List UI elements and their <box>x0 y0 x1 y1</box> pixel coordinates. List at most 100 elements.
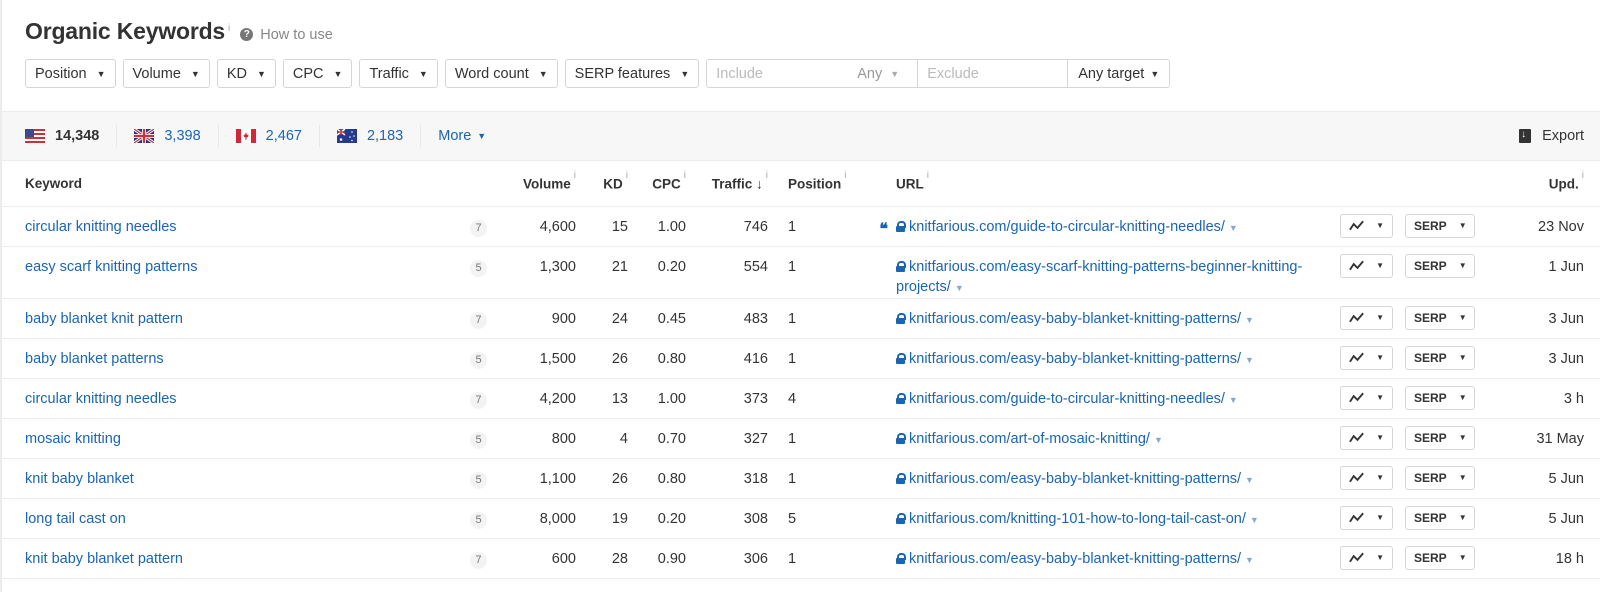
serp-button[interactable]: SERP ▼ <box>1405 505 1475 530</box>
cpc-filter[interactable]: CPC ▼ <box>282 59 353 88</box>
keyword-link[interactable]: circular knitting needles <box>25 219 177 235</box>
word-count-badge: 5 <box>470 431 487 449</box>
keyword-link[interactable]: knit baby blanket <box>25 471 134 487</box>
more-countries-button[interactable]: More ▼ <box>438 128 486 144</box>
word-count-filter[interactable]: Word count ▼ <box>444 59 558 88</box>
word-count-badge: 7 <box>470 551 487 569</box>
keyword-link[interactable]: knit baby blanket pattern <box>25 551 183 567</box>
trend-chart-icon <box>1349 512 1364 523</box>
keyword-link[interactable]: long tail cast on <box>25 511 126 527</box>
serp-button[interactable]: SERP ▼ <box>1405 465 1475 490</box>
exclude-input[interactable]: Exclude <box>917 60 1067 87</box>
chart-button[interactable]: ▼ <box>1340 253 1393 278</box>
url-dropdown-icon[interactable]: ▼ <box>1245 475 1254 485</box>
url-dropdown-icon[interactable]: ▼ <box>1154 435 1163 445</box>
chart-button[interactable]: ▼ <box>1340 345 1393 370</box>
country-ca[interactable]: 2,467 <box>235 125 320 147</box>
target-select[interactable]: Any target ▼ <box>1067 60 1169 87</box>
serp-features-filter[interactable]: SERP features ▼ <box>564 59 700 88</box>
keyword-link[interactable]: easy scarf knitting patterns <box>25 259 197 275</box>
url-link[interactable]: knitfarious.com/easy-baby-blanket-knitti… <box>909 351 1241 367</box>
col-cpc[interactable]: CPCi <box>628 161 686 207</box>
trend-chart-icon <box>1349 312 1364 323</box>
lock-icon <box>896 512 906 524</box>
url-link[interactable]: knitfarious.com/easy-baby-blanket-knitti… <box>909 551 1241 567</box>
keyword-link[interactable]: baby blanket patterns <box>25 351 164 367</box>
export-button[interactable]: Export <box>1519 128 1584 144</box>
keyword-link[interactable]: circular knitting needles <box>25 391 177 407</box>
chart-button[interactable]: ▼ <box>1340 305 1393 330</box>
chart-button[interactable]: ▼ <box>1340 465 1393 490</box>
url-link[interactable]: knitfarious.com/easy-baby-blanket-knitti… <box>909 311 1241 327</box>
col-kd[interactable]: KDi <box>576 161 628 207</box>
info-icon[interactable]: i <box>927 170 929 181</box>
url-link[interactable]: knitfarious.com/knitting-101-how-to-long… <box>909 511 1246 527</box>
url-dropdown-icon[interactable]: ▼ <box>1245 555 1254 565</box>
url-dropdown-icon[interactable]: ▼ <box>1229 223 1238 233</box>
caret-down-icon: ▼ <box>680 68 690 79</box>
serp-button[interactable]: SERP ▼ <box>1405 213 1475 238</box>
volume-cell: 1,100 <box>502 458 576 499</box>
col-position[interactable]: Positioni <box>788 161 848 207</box>
country-us[interactable]: 14,348 <box>25 125 118 147</box>
col-traffic[interactable]: Traffic ↓i <box>686 161 768 207</box>
position-filter[interactable]: Position ▼ <box>25 59 116 88</box>
info-icon[interactable]: i <box>1582 170 1584 181</box>
include-input[interactable]: Include <box>707 60 857 87</box>
serp-button[interactable]: SERP ▼ <box>1405 385 1475 410</box>
url-dropdown-icon[interactable]: ▼ <box>1245 315 1254 325</box>
chart-button[interactable]: ▼ <box>1340 385 1393 410</box>
how-to-use-link[interactable]: ? How to use <box>240 27 333 43</box>
url-dropdown-icon[interactable]: ▼ <box>955 283 964 293</box>
kd-filter[interactable]: KD ▼ <box>216 59 276 88</box>
chart-button[interactable]: ▼ <box>1340 545 1393 570</box>
url-link[interactable]: knitfarious.com/guide-to-circular-knitti… <box>909 391 1225 407</box>
url-link[interactable]: knitfarious.com/easy-baby-blanket-knitti… <box>909 471 1241 487</box>
col-volume[interactable]: Volumei <box>502 161 576 207</box>
volume-filter[interactable]: Volume ▼ <box>122 59 210 88</box>
chart-button[interactable]: ▼ <box>1340 213 1393 238</box>
keyword-link[interactable]: baby blanket knit pattern <box>25 311 183 327</box>
include-match-select[interactable]: Any ▼ <box>857 60 917 87</box>
serp-features-filter-label: SERP features <box>574 65 671 82</box>
caret-down-icon: ▼ <box>538 68 548 79</box>
serp-button[interactable]: SERP ▼ <box>1405 305 1475 330</box>
caret-down-icon: ▼ <box>1458 353 1467 362</box>
info-icon[interactable]: i <box>574 170 576 181</box>
traffic-cell: 483 <box>686 298 768 339</box>
keyword-link[interactable]: mosaic knitting <box>25 431 121 447</box>
position-cell: 1 <box>788 418 848 459</box>
url-dropdown-icon[interactable]: ▼ <box>1245 355 1254 365</box>
info-icon[interactable]: i <box>844 170 846 181</box>
info-icon[interactable]: i <box>684 170 686 181</box>
col-keyword[interactable]: Keyword <box>25 161 470 207</box>
serp-button[interactable]: SERP ▼ <box>1405 345 1475 370</box>
serp-button[interactable]: SERP ▼ <box>1405 253 1475 278</box>
url-link[interactable]: knitfarious.com/guide-to-circular-knitti… <box>909 219 1225 235</box>
table-row: knit baby blanket pattern 7 600 28 0.90 … <box>2 538 1600 579</box>
cpc-cell: 0.70 <box>628 418 686 459</box>
serp-button[interactable]: SERP ▼ <box>1405 545 1475 570</box>
lock-icon <box>896 432 906 444</box>
chart-button[interactable]: ▼ <box>1340 505 1393 530</box>
col-updated[interactable]: Upd.i <box>1488 161 1600 207</box>
url-dropdown-icon[interactable]: ▼ <box>1250 515 1259 525</box>
cpc-cell: 0.20 <box>628 498 686 539</box>
word-count-badge: 5 <box>470 259 487 277</box>
traffic-cell: 373 <box>686 378 768 419</box>
url-dropdown-icon[interactable]: ▼ <box>1229 395 1238 405</box>
traffic-cell: 416 <box>686 338 768 379</box>
country-gb[interactable]: 3,398 <box>134 125 219 147</box>
serp-button[interactable]: SERP ▼ <box>1405 425 1475 450</box>
updated-cell: 18 h <box>1488 538 1600 579</box>
country-au[interactable]: 2,183 <box>336 125 422 147</box>
info-icon[interactable]: i <box>766 170 768 181</box>
url-link[interactable]: knitfarious.com/art-of-mosaic-knitting/ <box>909 431 1150 447</box>
chart-button[interactable]: ▼ <box>1340 425 1393 450</box>
traffic-filter[interactable]: Traffic ▼ <box>359 59 438 88</box>
trend-chart-icon <box>1349 472 1364 483</box>
info-icon[interactable]: i <box>228 23 230 34</box>
col-url[interactable]: URLi <box>896 161 1340 207</box>
kd-cell: 24 <box>576 298 628 339</box>
info-icon[interactable]: i <box>626 170 628 181</box>
